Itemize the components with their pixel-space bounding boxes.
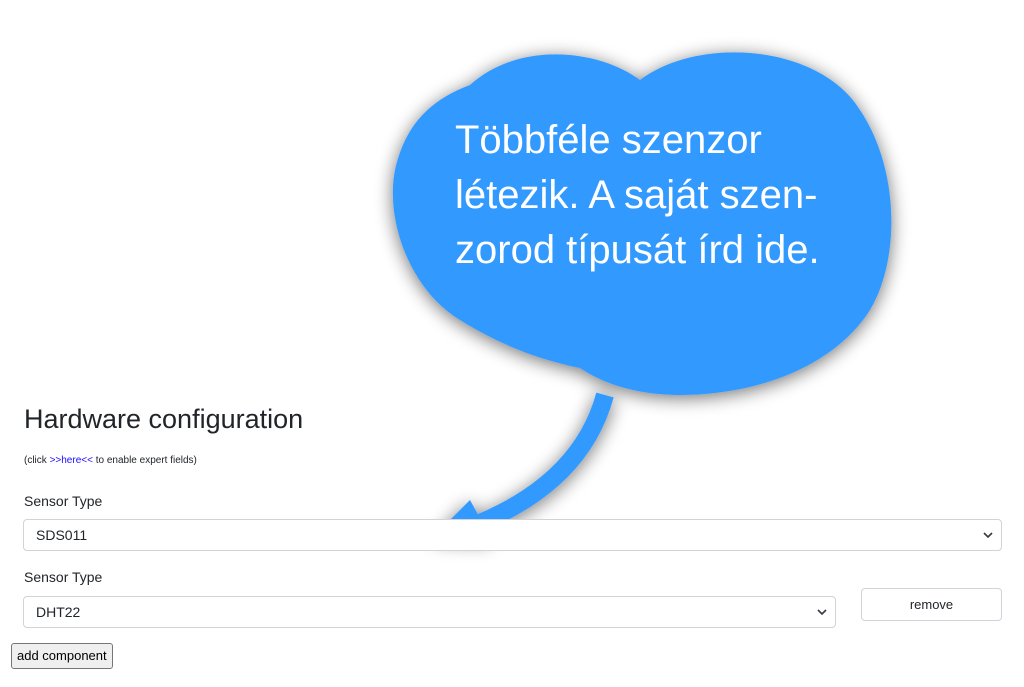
sensor-type-select-2[interactable]: DHT22 — [23, 596, 836, 628]
sensor-type-select-1[interactable]: SDS011 — [23, 519, 1002, 551]
add-component-button[interactable]: add component — [11, 643, 113, 669]
sensor-type-value-2: DHT22 — [36, 604, 81, 620]
hint-prefix: (click — [24, 455, 50, 466]
expert-fields-hint: (click >>here<< to enable expert fields) — [24, 455, 197, 466]
hint-suffix: to enable expert fields) — [92, 455, 197, 466]
callout-text: Többféle szenzor létezik. A saját szen- … — [455, 113, 855, 278]
sensor-type-value-1: SDS011 — [36, 527, 88, 543]
chevron-down-icon — [983, 532, 993, 539]
callout-line-3: zorod típusát írd ide. — [455, 228, 820, 272]
callout-bubble — [392, 52, 892, 540]
section-title: Hardware configuration — [24, 404, 304, 434]
callout-line-1: Többféle szenzor — [455, 118, 762, 162]
remove-button[interactable]: remove — [861, 588, 1002, 621]
sensor-type-label-2: Sensor Type — [24, 569, 103, 585]
callout-line-2: létezik. A saját szen- — [455, 173, 818, 217]
chevron-down-icon — [817, 609, 827, 616]
sensor-type-label-1: Sensor Type — [24, 493, 103, 509]
expert-fields-link[interactable]: >>here<< — [50, 455, 93, 466]
